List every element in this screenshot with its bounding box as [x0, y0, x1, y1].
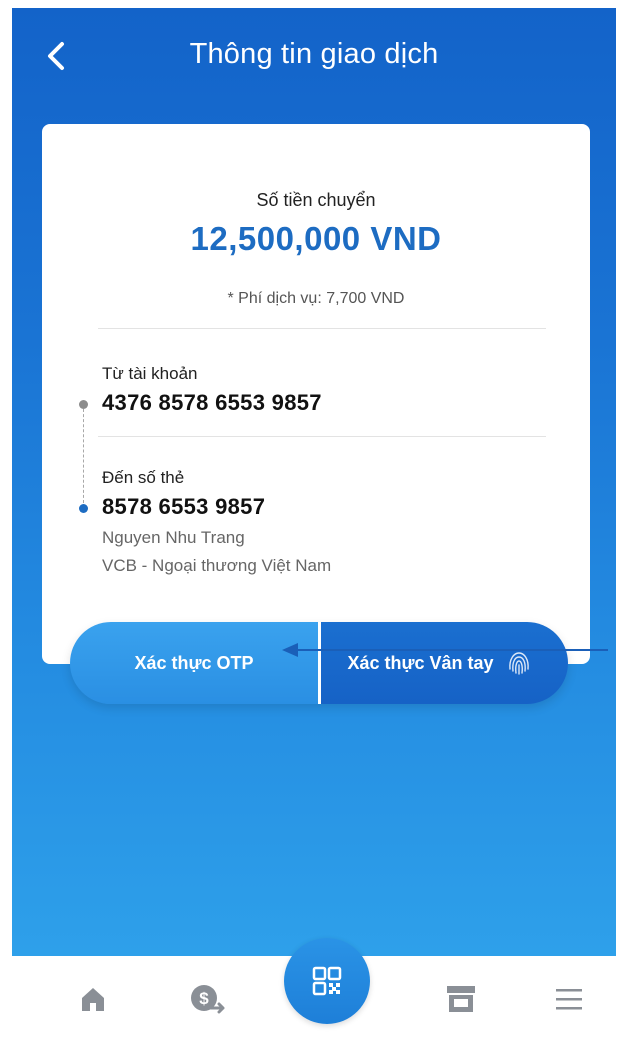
otp-auth-button[interactable]: Xác thực OTP [70, 622, 318, 704]
store-icon [447, 986, 475, 1012]
tab-store[interactable] [436, 974, 486, 1024]
amount-value: 12,500,000 VND [190, 220, 442, 257]
to-card-label: Đến số thẻ [102, 468, 185, 487]
fee-text: * Phí dịch vụ: 7,700 VND [227, 290, 405, 307]
to-dot [79, 504, 88, 513]
qr-scan-button[interactable] [284, 938, 370, 1024]
auth-button-group: Xác thực OTP Xác thực Vân tay [70, 622, 568, 704]
from-dot [79, 400, 88, 409]
screen-background: Thông tin giao dịch Số tiền chuyển 12,50… [12, 8, 616, 956]
divider [98, 436, 546, 437]
page-title: Thông tin giao dịch [189, 38, 439, 70]
from-account-number: 4376 8578 6553 9857 [102, 390, 322, 415]
svg-text:$: $ [199, 989, 209, 1008]
qr-code-icon [312, 966, 342, 996]
tab-transfer[interactable]: $ [182, 974, 232, 1024]
divider [98, 328, 546, 329]
recipient-bank: VCB - Ngoại thương Việt Nam [102, 556, 332, 575]
recipient-name: Nguyen Nhu Trang [102, 528, 245, 547]
menu-icon [556, 989, 582, 1010]
home-icon [82, 988, 104, 1011]
fingerprint-auth-button[interactable]: Xác thực Vân tay [321, 622, 568, 704]
tab-menu[interactable] [544, 974, 594, 1024]
to-card-number: 8578 6553 9857 [102, 494, 266, 519]
otp-auth-label: Xác thực OTP [134, 652, 254, 673]
transaction-card: Số tiền chuyển 12,500,000 VND * Phí dịch… [42, 124, 590, 664]
money-transfer-icon: $ [191, 985, 225, 1014]
annotation-arrow [282, 643, 608, 657]
header: Thông tin giao dịch [12, 8, 616, 104]
amount-label: Số tiền chuyển [256, 190, 376, 210]
timeline-connector [83, 404, 84, 508]
tab-home[interactable] [68, 974, 118, 1024]
from-account-label: Từ tài khoản [102, 364, 198, 383]
